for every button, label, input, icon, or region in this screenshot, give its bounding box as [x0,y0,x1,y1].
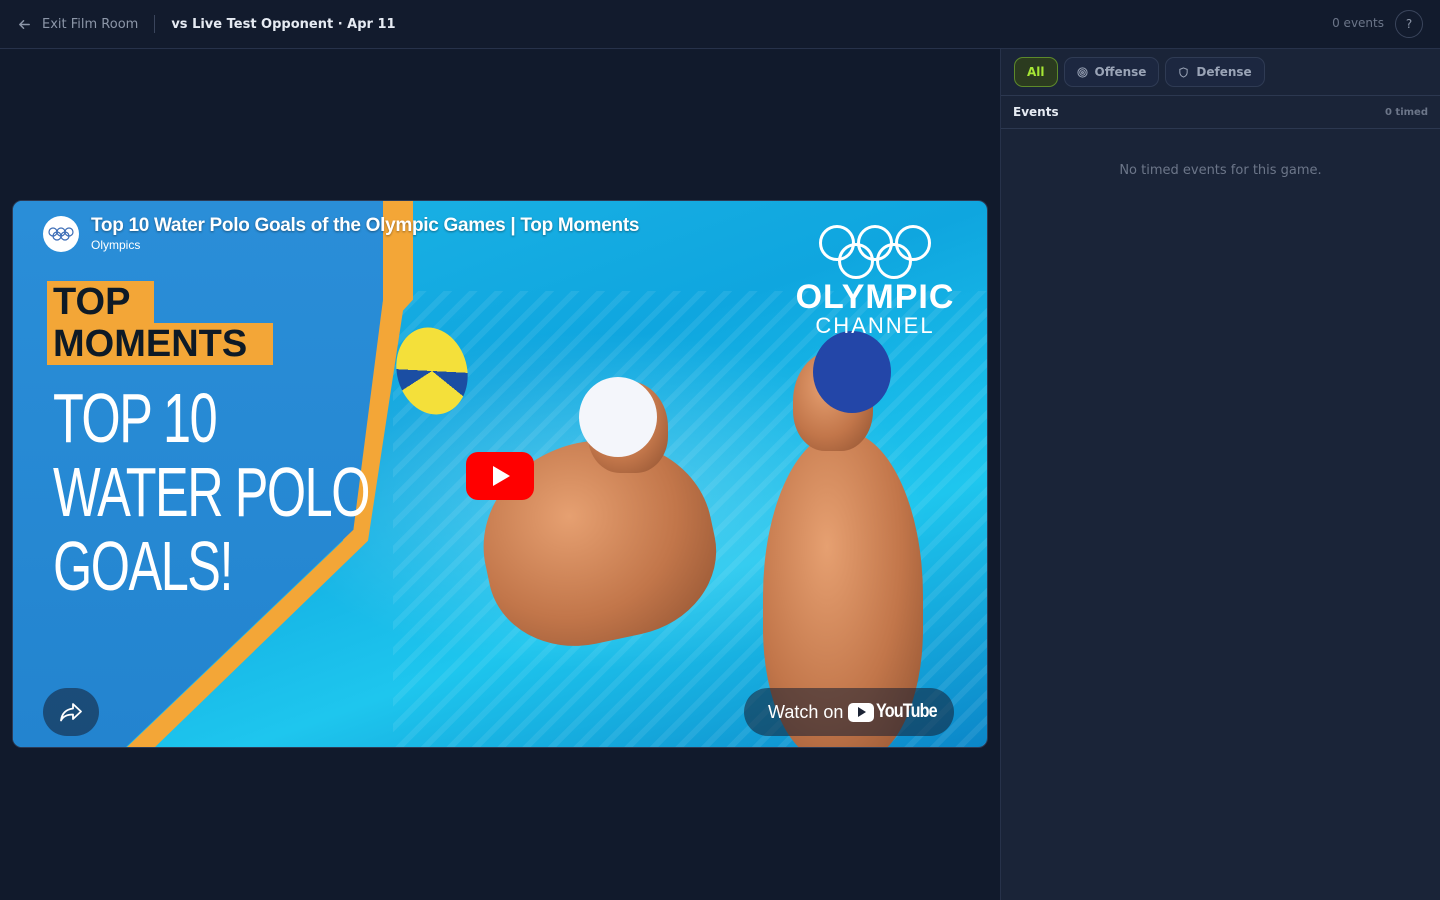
filter-defense-label: Defense [1196,65,1252,79]
target-icon [1076,66,1088,78]
play-button[interactable] [466,452,534,500]
youtube-word: YouTube [876,701,938,722]
channel-avatar[interactable] [43,215,79,252]
olympic-channel-logo: OLYMPIC CHANNEL [785,223,965,337]
video-stage: TOP MOMENTS TOP 10 WATER POLO GOALS! OLY… [0,49,1000,900]
thumb-moments-label: MOMENTS [47,323,273,365]
youtube-play-icon [848,702,875,722]
share-arrow-icon [60,703,82,722]
filter-all-label: All [1027,65,1045,79]
blue-cap [813,331,891,413]
olympic-rings-icon [48,226,74,241]
logo-word-channel: CHANNEL [815,313,935,338]
thumb-line-3: GOALS! [53,527,233,605]
thumbnail-headline: TOP 10 WATER POLO GOALS! [53,379,370,605]
watch-on-label: Watch on [768,701,844,722]
exit-film-room-label: Exit Film Room [42,16,139,32]
top-bar: Exit Film Room vs Live Test Opponent · A… [0,0,1440,49]
divider [154,15,156,33]
events-header: Events 0 timed [1001,96,1440,129]
top-moments-badge: TOP MOMENTS [47,281,273,365]
share-button[interactable] [43,688,99,736]
watch-on-youtube-button[interactable]: Watch on YouTube [744,688,954,736]
channel-name[interactable]: Olympics [91,238,639,252]
game-title: vs Live Test Opponent · Apr 11 [171,16,396,32]
events-sidebar: All Offense Defense Events 0 timed No ti… [1000,49,1440,900]
events-label: Events [1013,105,1059,119]
arrow-left-icon [19,19,30,29]
empty-state-message: No timed events for this game. [1119,163,1322,178]
youtube-embed[interactable]: TOP MOMENTS TOP 10 WATER POLO GOALS! OLY… [12,200,988,748]
video-title[interactable]: Top 10 Water Polo Goals of the Olympic G… [91,215,639,237]
youtube-logo: YouTube [848,701,947,723]
exit-film-room-button[interactable]: Exit Film Room [17,17,138,32]
logo-word-olympic: OLYMPIC [795,278,955,316]
shield-icon [1179,66,1189,78]
play-icon [493,466,510,486]
events-count: 0 events [1332,16,1384,30]
thumb-top-label: TOP [47,281,155,323]
filter-offense-label: Offense [1094,65,1147,79]
white-cap [579,377,657,457]
help-button[interactable]: ? [1395,10,1423,38]
filter-bar: All Offense Defense [1001,49,1440,96]
timed-count: 0 timed [1384,106,1428,118]
video-header: Top 10 Water Polo Goals of the Olympic G… [43,215,639,252]
thumb-line-1: TOP 10 [53,379,218,457]
olympic-rings-icon [785,223,965,279]
filter-defense[interactable]: Defense [1165,57,1265,87]
filter-all[interactable]: All [1014,57,1058,87]
thumb-line-2: WATER POLO [53,453,370,531]
filter-offense[interactable]: Offense [1063,57,1160,87]
